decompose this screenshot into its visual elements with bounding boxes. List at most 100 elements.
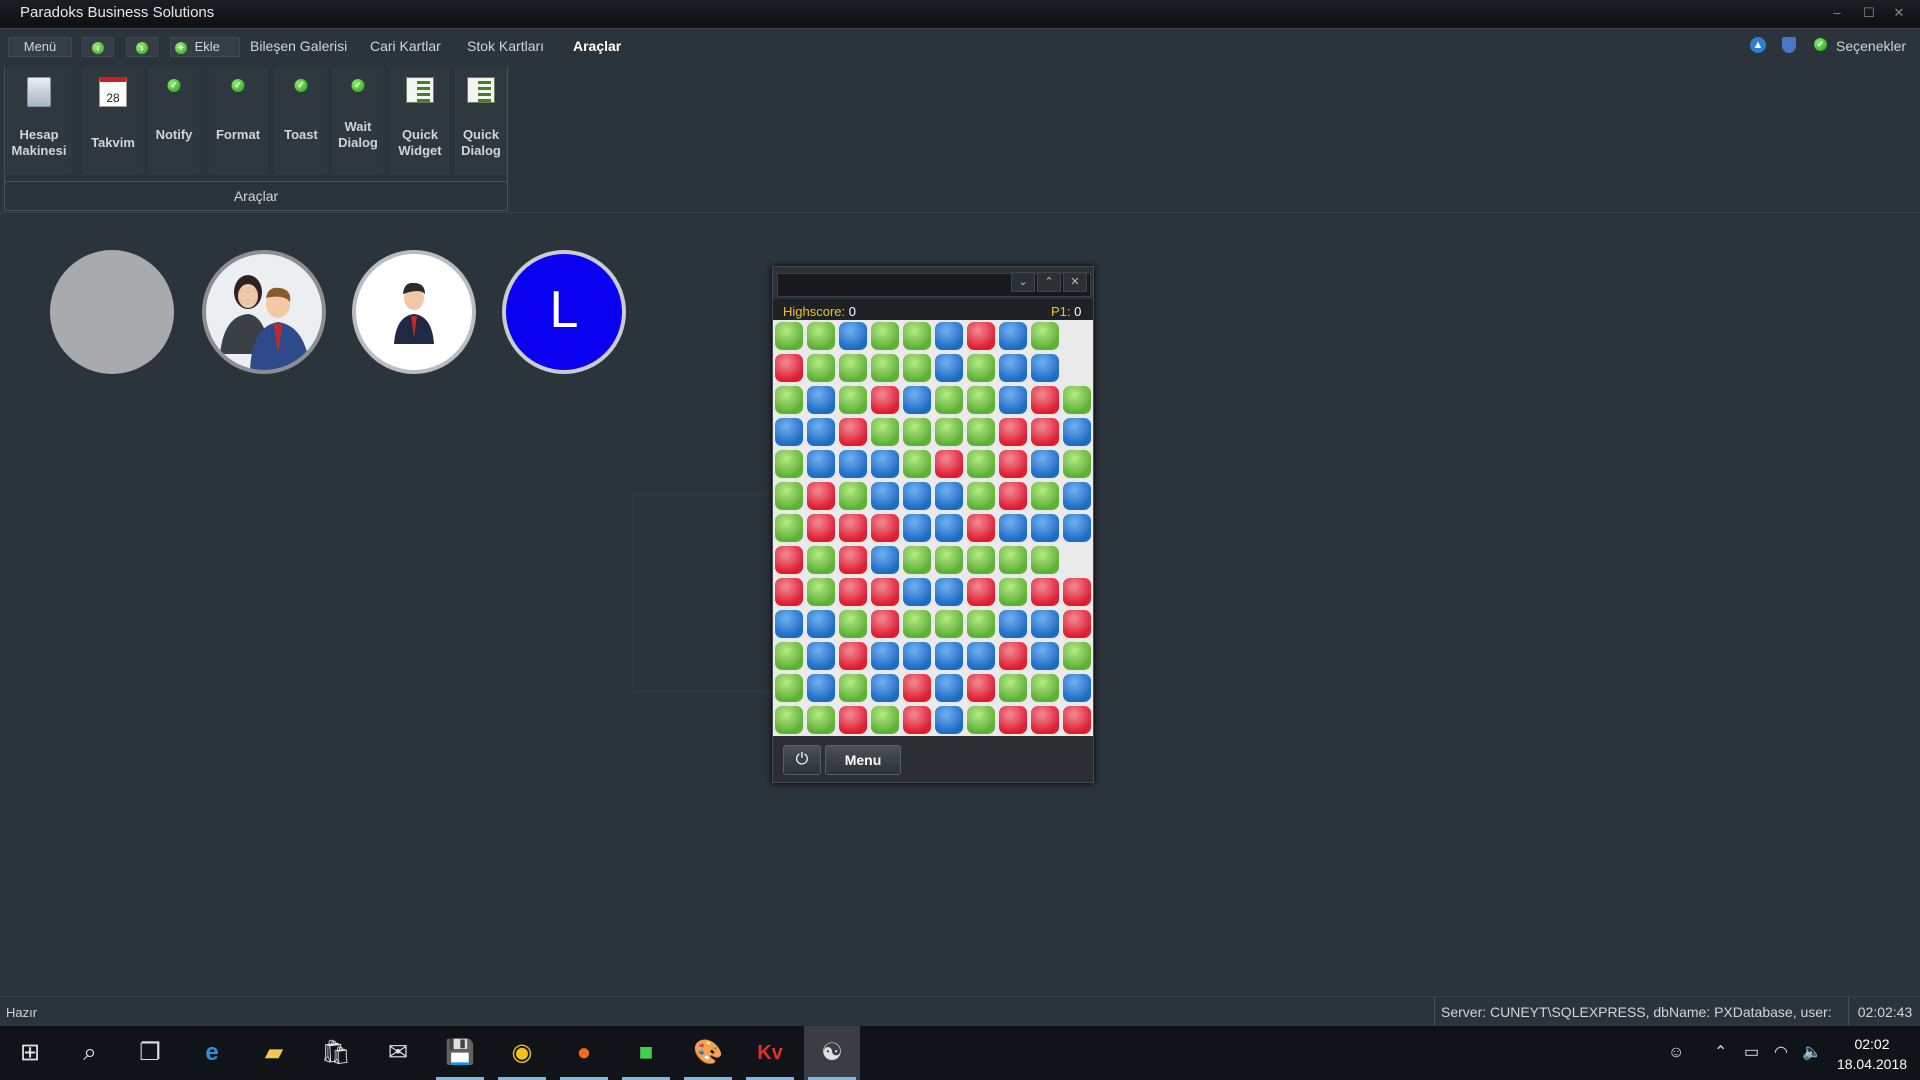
close-button[interactable]: ✕ xyxy=(1886,3,1912,23)
game-tile[interactable] xyxy=(871,674,899,702)
mail-icon[interactable]: ✉ xyxy=(370,1026,426,1080)
game-tile[interactable] xyxy=(775,610,803,638)
game-tile[interactable] xyxy=(1031,322,1059,350)
game-tile[interactable] xyxy=(999,706,1027,734)
shield-icon[interactable] xyxy=(1782,37,1796,53)
game-tile[interactable] xyxy=(967,386,995,414)
game-tile[interactable] xyxy=(935,642,963,670)
game-tile[interactable] xyxy=(967,610,995,638)
edge-browser-icon[interactable]: e xyxy=(184,1026,240,1080)
game-tile[interactable] xyxy=(871,354,899,382)
game-tile[interactable] xyxy=(967,482,995,510)
game-tile[interactable] xyxy=(775,578,803,606)
game-tile[interactable] xyxy=(1063,514,1091,542)
game-tile[interactable] xyxy=(839,642,867,670)
game-tile[interactable] xyxy=(903,674,931,702)
game-tile[interactable] xyxy=(999,482,1027,510)
wifi-icon[interactable]: ◠ xyxy=(1774,1026,1788,1080)
game-tile[interactable] xyxy=(967,642,995,670)
game-tile[interactable] xyxy=(775,354,803,382)
game-tile[interactable] xyxy=(903,322,931,350)
game-tile[interactable] xyxy=(871,418,899,446)
game-tile[interactable] xyxy=(871,642,899,670)
game-tile[interactable] xyxy=(903,482,931,510)
firefox-icon[interactable]: ● xyxy=(556,1026,612,1080)
game-tile[interactable] xyxy=(935,354,963,382)
game-tile[interactable] xyxy=(775,546,803,574)
forward-button[interactable]: › xyxy=(126,37,158,57)
yin-yang-app-icon[interactable]: ☯ xyxy=(804,1026,860,1080)
game-tile[interactable] xyxy=(999,578,1027,606)
format-button[interactable]: ✓ Format xyxy=(209,68,267,174)
game-tile[interactable] xyxy=(903,450,931,478)
game-tile[interactable] xyxy=(903,354,931,382)
game-tile[interactable] xyxy=(807,610,835,638)
battery-icon[interactable]: ▭ xyxy=(1744,1026,1759,1080)
game-tile[interactable] xyxy=(967,514,995,542)
maximize-button[interactable]: ☐ xyxy=(1856,3,1882,23)
game-tile[interactable] xyxy=(935,418,963,446)
game-tile[interactable] xyxy=(903,418,931,446)
game-tile[interactable] xyxy=(775,642,803,670)
game-tile[interactable] xyxy=(935,386,963,414)
game-tile[interactable] xyxy=(807,354,835,382)
game-tile[interactable] xyxy=(871,450,899,478)
game-tile[interactable] xyxy=(775,322,803,350)
game-tile[interactable] xyxy=(1063,450,1091,478)
store-icon[interactable]: 🛍 xyxy=(308,1026,364,1080)
game-tile[interactable] xyxy=(903,610,931,638)
game-board[interactable] xyxy=(773,320,1093,736)
game-tile[interactable] xyxy=(1031,546,1059,574)
game-tile[interactable] xyxy=(903,514,931,542)
game-tile[interactable] xyxy=(871,322,899,350)
app-icon[interactable]: ◉ xyxy=(494,1026,550,1080)
game-tile[interactable] xyxy=(839,674,867,702)
game-tile[interactable] xyxy=(903,578,931,606)
game-tile[interactable] xyxy=(999,514,1027,542)
game-tile[interactable] xyxy=(1031,674,1059,702)
game-tile[interactable] xyxy=(1063,386,1091,414)
tab-stok-kartlari[interactable]: Stok Kartları xyxy=(467,38,544,54)
game-tile[interactable] xyxy=(775,674,803,702)
game-tile[interactable] xyxy=(839,578,867,606)
game-close-button[interactable]: ✕ xyxy=(1063,272,1087,292)
volume-icon[interactable]: 🔈 xyxy=(1802,1026,1822,1080)
game-tile[interactable] xyxy=(967,450,995,478)
game-tile[interactable] xyxy=(999,322,1027,350)
game-tile[interactable] xyxy=(903,706,931,734)
game-tile[interactable] xyxy=(1031,482,1059,510)
menu-button[interactable]: Menü xyxy=(8,37,72,57)
game-tile[interactable] xyxy=(1063,642,1091,670)
game-tile[interactable] xyxy=(807,450,835,478)
game-tile[interactable] xyxy=(1031,514,1059,542)
game-tile[interactable] xyxy=(935,674,963,702)
game-tile[interactable] xyxy=(903,642,931,670)
game-tile[interactable] xyxy=(967,578,995,606)
game-tile[interactable] xyxy=(807,674,835,702)
expand-button[interactable]: ⌃ xyxy=(1037,272,1061,292)
task-view-icon[interactable]: ❐ xyxy=(122,1026,178,1080)
avatar-empty[interactable] xyxy=(50,250,174,374)
game-tile[interactable] xyxy=(935,482,963,510)
game-tile[interactable] xyxy=(807,386,835,414)
game-tile[interactable] xyxy=(839,482,867,510)
tab-bilesen-galerisi[interactable]: Bileşen Galerisi xyxy=(250,38,347,54)
game-tile[interactable] xyxy=(839,546,867,574)
game-tile[interactable] xyxy=(1031,418,1059,446)
game-tile[interactable] xyxy=(903,546,931,574)
save-app-icon[interactable]: 💾 xyxy=(432,1026,488,1080)
game-tile[interactable] xyxy=(1063,418,1091,446)
game-tile[interactable] xyxy=(935,322,963,350)
game-tile[interactable] xyxy=(775,418,803,446)
search-icon[interactable]: ⌕ xyxy=(62,1026,118,1080)
qt-creator-icon[interactable]: ■ xyxy=(618,1026,674,1080)
game-tile[interactable] xyxy=(935,706,963,734)
game-tile[interactable] xyxy=(1031,354,1059,382)
toast-button[interactable]: ✓ Toast xyxy=(275,68,327,174)
game-tile[interactable] xyxy=(807,642,835,670)
collapse-button[interactable]: ⌄ xyxy=(1011,272,1035,292)
minimize-button[interactable]: – xyxy=(1824,3,1850,23)
game-tile[interactable] xyxy=(775,450,803,478)
game-tile[interactable] xyxy=(1031,642,1059,670)
game-tile[interactable] xyxy=(839,354,867,382)
